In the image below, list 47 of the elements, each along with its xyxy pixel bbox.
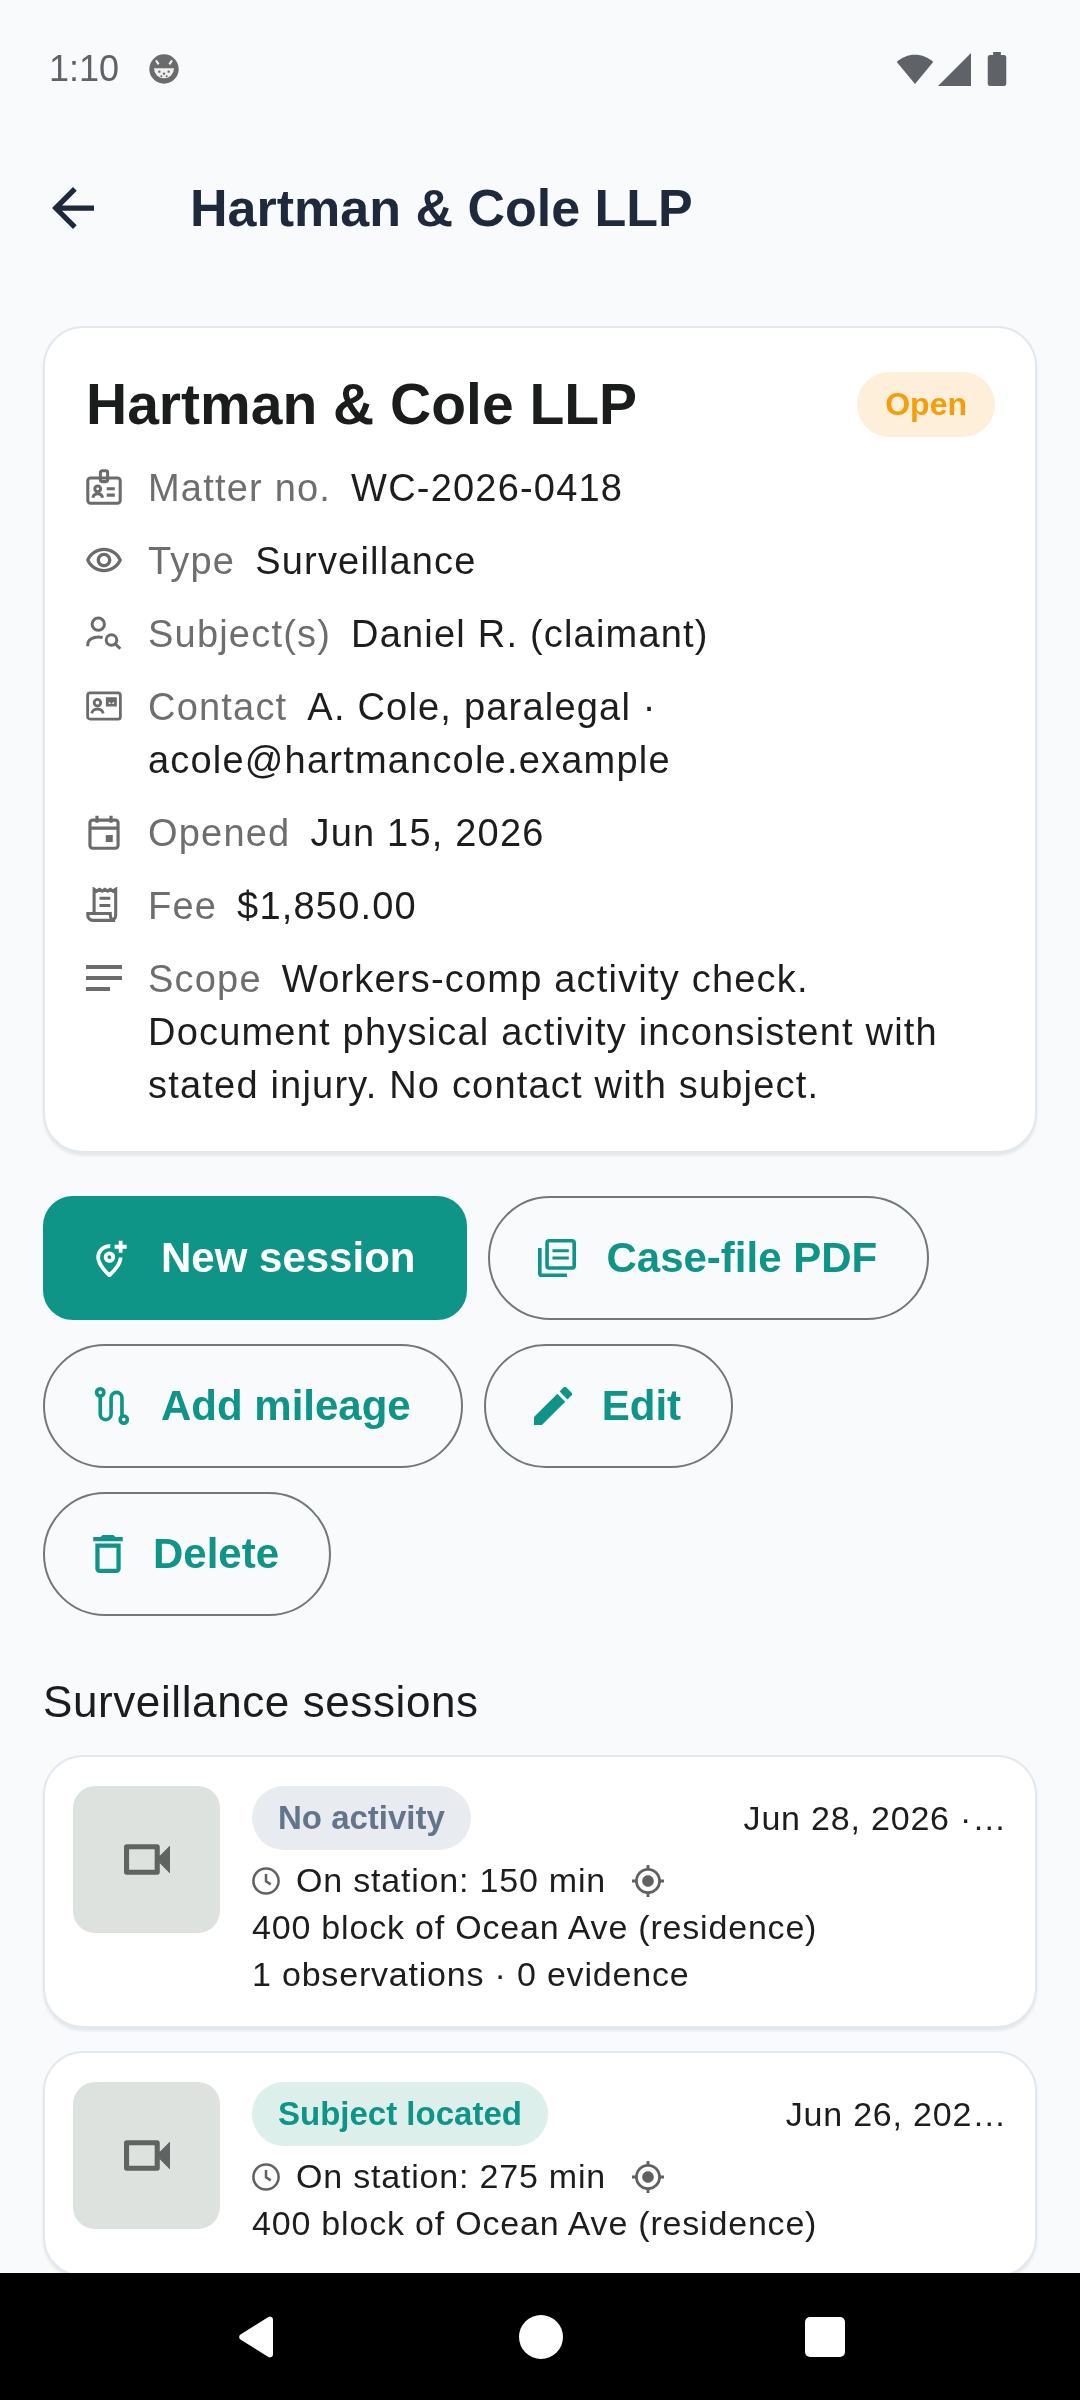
field-text: Fee $1,850.00	[148, 884, 418, 929]
field-text: Type Surveillance	[148, 539, 478, 584]
id-badge-icon	[86, 469, 122, 505]
case-file-pdf-button[interactable]: Case-file PDF	[488, 1196, 930, 1320]
trash-icon	[93, 1535, 123, 1573]
field-text: Opened Jun 15, 2026	[148, 811, 546, 856]
contact-email: acole@hartmancole.example	[148, 738, 672, 783]
clock-icon	[252, 1866, 280, 1895]
session-date: Jun 28, 2026 ·…	[743, 1798, 1007, 1838]
clock-icon	[252, 2162, 280, 2191]
pencil-icon	[533, 1387, 572, 1425]
session-card[interactable]: Subject located Jun 26, 202… On station: 275 min 400 block of Ocean Ave (residence)	[43, 2051, 1037, 2273]
document-stack-icon	[538, 1239, 577, 1277]
session-date: Jun 26, 202…	[785, 2094, 1007, 2134]
session-location: 400 block of Ocean Ave (residence)	[252, 2203, 818, 2244]
wifi-icon	[896, 53, 934, 85]
field-text: Matter no. WC-2026-0418	[148, 466, 625, 511]
home-icon[interactable]	[519, 2314, 563, 2359]
section-heading: Surveillance sessions	[43, 1676, 480, 1728]
signal-icon	[938, 52, 971, 86]
recents-icon[interactable]	[805, 2316, 845, 2357]
status-chip: No activity	[252, 1786, 471, 1850]
status-chip: Subject located	[252, 2082, 548, 2146]
field-text: Contact A. Cole, paralegal ·	[148, 685, 658, 730]
delete-button[interactable]: Delete	[43, 1492, 332, 1616]
field-text: Scope Workers-comp activity check. Document physical activity inconsistent with stated injury. No contact with subject.	[148, 957, 939, 1108]
new-session-button[interactable]: New session	[43, 1196, 468, 1320]
case-title: Hartman & Cole LLP	[86, 371, 638, 438]
battery-icon	[987, 52, 1007, 86]
route-icon	[93, 1387, 131, 1425]
edit-button[interactable]: Edit	[483, 1344, 734, 1468]
back-arrow-icon[interactable]	[52, 187, 94, 229]
status-time: 1:10	[49, 48, 120, 90]
session-card[interactable]: No activity Jun 28, 2026 ·… On station: 150 min 400 block of Ocean Ave (residence) 1 observations · 0 evidence	[43, 1755, 1037, 2028]
person-search-icon	[86, 615, 122, 651]
session-location: 400 block of Ocean Ave (residence)	[252, 1907, 818, 1948]
session-counts: 1 observations · 0 evidence	[252, 1954, 690, 1995]
calendar-icon	[86, 814, 122, 850]
on-station-time: On station: 150 min	[296, 1861, 607, 1900]
field-text: Subject(s) Daniel R. (claimant)	[148, 612, 710, 657]
status-chip: Open	[857, 371, 995, 437]
video-camera-icon	[123, 2140, 170, 2171]
video-camera-icon	[123, 1844, 170, 1875]
add-mileage-button[interactable]: Add mileage	[43, 1344, 463, 1468]
page-title: Hartman & Cole LLP	[190, 177, 693, 239]
dotted-circle-icon	[148, 53, 181, 85]
on-station-time: On station: 275 min	[296, 2157, 607, 2196]
